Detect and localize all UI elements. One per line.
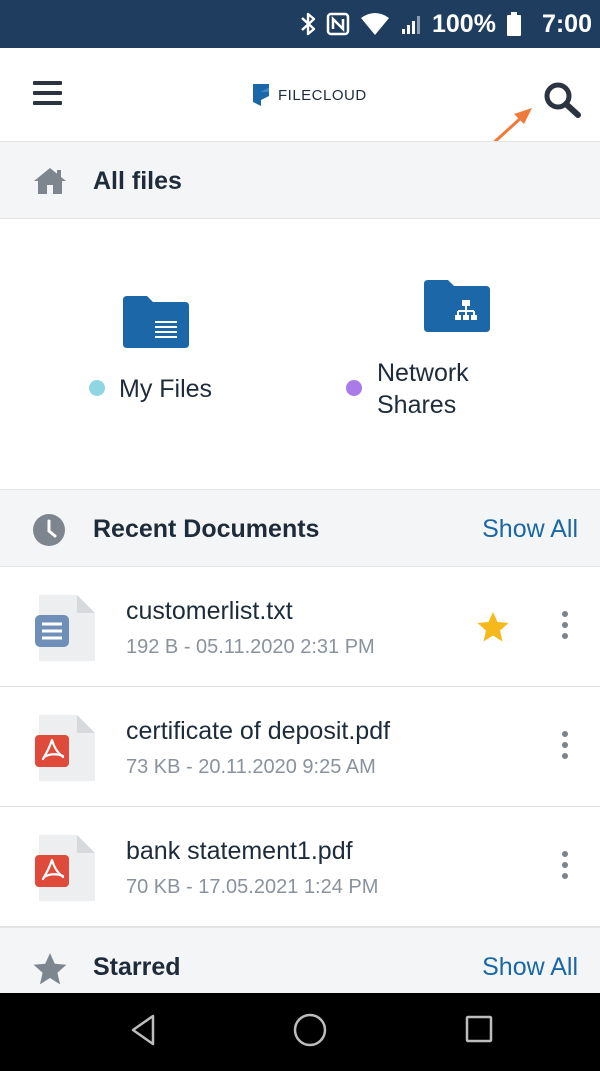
starred-title: Starred: [93, 953, 181, 981]
filecloud-logo-icon: [253, 84, 269, 106]
all-files-header[interactable]: All files: [0, 141, 600, 219]
my-files-dot: [89, 380, 105, 396]
starred-star-icon[interactable]: [476, 611, 510, 643]
file-meta: 192 B - 05.11.2020 2:31 PM: [126, 636, 375, 658]
file-row-certificate[interactable]: certificate of deposit.pdf 73 KB - 20.11…: [0, 687, 600, 807]
recent-apps-icon[interactable]: [464, 1014, 494, 1044]
clock-time: 7:00: [541, 9, 592, 38]
recent-documents-title: Recent Documents: [93, 515, 320, 543]
nfc-icon: [326, 12, 350, 36]
bluetooth-icon: [301, 12, 316, 36]
battery-icon: [506, 12, 521, 36]
filecloud-logo: FILECLOUD: [250, 82, 367, 108]
network-shares-label-line1: Network: [377, 359, 469, 387]
signal-icon: [402, 16, 420, 34]
search-icon: [544, 82, 581, 118]
app-header: FILECLOUD: [0, 48, 600, 142]
back-icon[interactable]: [127, 1012, 159, 1048]
logo-text: FILECLOUD: [278, 86, 367, 104]
system-navigation-bar: [0, 993, 600, 1071]
starred-show-all-link[interactable]: Show All: [482, 953, 578, 982]
txt-file-icon: [35, 595, 95, 661]
my-files-label: My Files: [119, 375, 213, 403]
file-name: certificate of deposit.pdf: [126, 717, 391, 745]
star-icon: [33, 953, 67, 985]
hamburger-menu-icon[interactable]: [33, 81, 62, 105]
more-options-icon[interactable]: [555, 851, 575, 883]
recent-show-all-link[interactable]: Show All: [482, 515, 578, 544]
file-name: customerlist.txt: [126, 597, 293, 625]
recent-documents-header: Recent Documents Show All: [0, 489, 600, 567]
file-meta: 73 KB - 20.11.2020 9:25 AM: [126, 756, 376, 778]
more-options-icon[interactable]: [555, 731, 575, 763]
pdf-file-icon: [35, 715, 95, 781]
clock-icon: [33, 514, 65, 546]
status-bar: 100% 7:00: [0, 0, 600, 48]
home-button-icon[interactable]: [292, 1012, 328, 1048]
battery-percent: 100%: [432, 9, 496, 38]
network-shares-label-line2: Shares: [377, 391, 457, 419]
folder-document-icon: [123, 296, 189, 348]
wifi-icon: [361, 13, 389, 35]
all-files-title: All files: [93, 167, 182, 195]
search-button[interactable]: [542, 80, 582, 120]
file-row-customerlist[interactable]: customerlist.txt 192 B - 05.11.2020 2:31…: [0, 567, 600, 687]
file-name: bank statement1.pdf: [126, 837, 353, 865]
pdf-file-icon: [35, 835, 95, 901]
network-shares-dot: [346, 380, 362, 396]
file-meta: 70 KB - 17.05.2021 1:24 PM: [126, 876, 379, 898]
more-options-icon[interactable]: [555, 611, 575, 643]
folder-network-icon: [424, 280, 490, 332]
home-icon: [34, 168, 66, 194]
file-row-bank-statement[interactable]: bank statement1.pdf 70 KB - 17.05.2021 1…: [0, 807, 600, 927]
